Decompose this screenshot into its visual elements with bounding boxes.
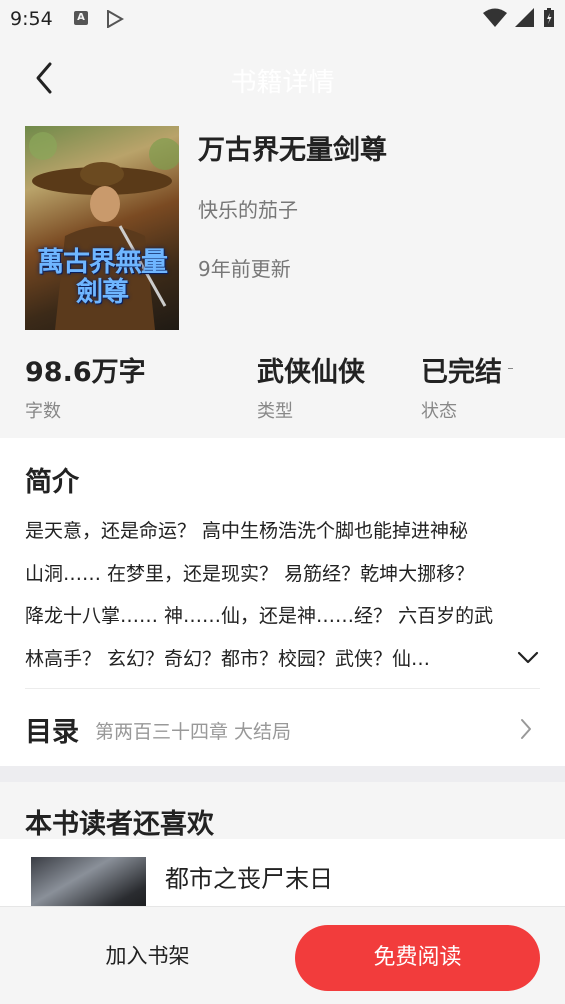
intro-card: 简介 是天意，还是命运？ 高中生杨浩洗个脚也能掉进神秘 山洞…… 在梦里，还是现… — [0, 438, 565, 766]
recommended-book-title: 都市之丧尸末日 — [165, 865, 333, 893]
intro-line: 是天意，还是命运？ 高中生杨浩洗个脚也能掉进神秘 — [25, 520, 469, 542]
stat-value: 武侠仙侠 — [257, 357, 365, 388]
book-title: 万古界无量剑尊 — [198, 135, 387, 166]
a-notification-icon: A — [74, 11, 88, 25]
page-title: 书籍详情 — [230, 68, 335, 98]
chevron-right-icon — [521, 719, 531, 739]
intro-line: 山洞…… 在梦里，还是现实？ 易筋经？乾坤大挪移？ — [25, 562, 475, 585]
stat-value: 已完结 — [421, 357, 502, 388]
book-author[interactable]: 快乐的茄子 — [198, 194, 298, 223]
stat-word-count: 98.6万字 字数 — [25, 350, 146, 423]
book-cover[interactable]: 萬古界無量劍尊 — [25, 126, 179, 330]
table-of-contents-row[interactable]: 目录 第两百三十四章 大结局 — [0, 690, 565, 766]
stat-value: 98.6万字 — [25, 357, 146, 388]
intro-heading: 简介 — [25, 467, 79, 498]
toc-latest-chapter: 第两百三十四章 大结局 — [95, 721, 292, 743]
divider — [25, 688, 540, 689]
stat-genre: 武侠仙侠 类型 — [257, 350, 365, 423]
expand-intro-button[interactable] — [515, 646, 541, 668]
status-time: 9:54 — [10, 8, 53, 30]
top-bar: 书籍详情 — [0, 38, 565, 120]
book-updated: 9年前更新 — [198, 257, 291, 281]
stat-label: 状态 — [421, 401, 457, 422]
stat-status: 已完结 状态 — [421, 350, 502, 423]
stat-label: 字数 — [25, 401, 61, 422]
section-gap — [0, 766, 565, 782]
stat-separator — [508, 368, 513, 369]
recommendations-heading: 本书读者还喜欢 — [25, 809, 214, 840]
status-right — [483, 8, 555, 28]
play-store-icon — [107, 10, 124, 28]
cover-title-text: 萬古界無量劍尊 — [37, 247, 168, 308]
read-free-button[interactable]: 免费阅读 — [295, 925, 540, 991]
stat-label: 类型 — [257, 401, 293, 422]
intro-line: 降龙十八掌…… 神……仙，还是神……经？ 六百岁的武 — [25, 605, 494, 627]
bottom-action-bar: 加入书架 免费阅读 — [0, 906, 565, 1004]
intro-line: 林高手？ 玄幻？奇幻？都市？校园？武侠？仙… — [25, 647, 431, 670]
book-header: 萬古界無量劍尊 万古界无量剑尊 快乐的茄子 9年前更新 98.6万字 字数 武侠… — [0, 120, 565, 438]
wifi-icon — [483, 8, 507, 27]
status-bar: 9:54 A — [0, 0, 565, 38]
chevron-down-icon — [517, 651, 539, 664]
toc-label: 目录 — [25, 717, 79, 748]
signal-icon — [515, 8, 534, 27]
battery-icon — [544, 8, 554, 27]
add-to-shelf-button[interactable]: 加入书架 — [70, 927, 225, 985]
intro-text[interactable]: 是天意，还是命运？ 高中生杨浩洗个脚也能掉进神秘 山洞…… 在梦里，还是现实？ … — [25, 510, 525, 680]
